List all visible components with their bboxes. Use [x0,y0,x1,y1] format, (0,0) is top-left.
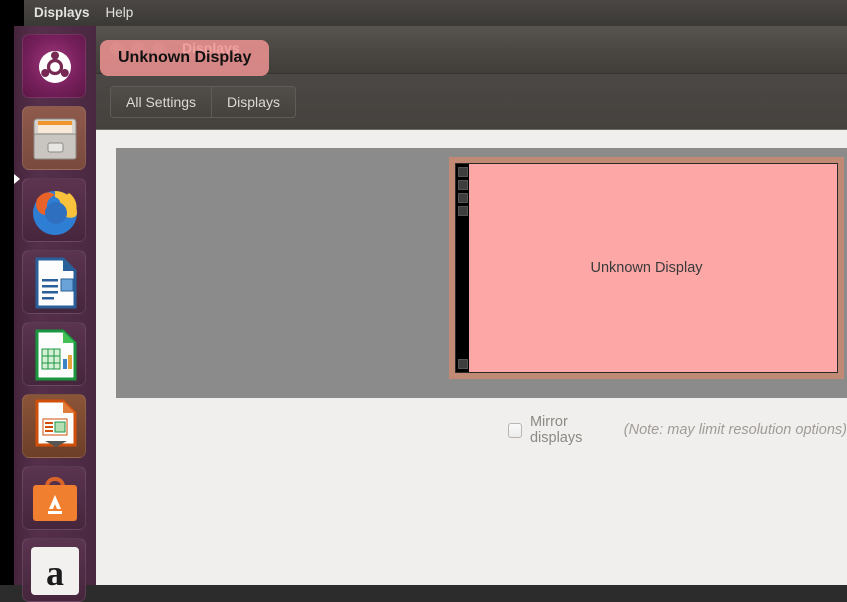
launcher-edge [0,26,14,585]
ubuntu-logo-icon [39,51,71,83]
toolbar-tab-group: All Settings Displays [110,85,296,118]
displays-content: Unknown Display Mirror displays (Note: m… [96,130,847,446]
monitor-screen: Unknown Display [455,163,838,373]
launcher-item-files[interactable] [22,106,86,170]
launcher-item-ubuntu-software[interactable] [22,466,86,530]
mirror-displays-checkbox[interactable] [508,422,522,438]
launcher-item-libreoffice-writer[interactable] [22,250,86,314]
monitor-unknown-display[interactable]: Unknown Display [449,157,844,379]
amazon-icon: a [31,547,79,595]
software-center-icon [33,476,77,521]
global-menu-bar: Displays Help [0,0,847,26]
window-toolbar: All Settings Displays [96,74,847,130]
displays-window: Displays All Settings Displays Unknown D… [96,26,847,585]
libreoffice-writer-icon [35,257,77,309]
mirror-displays-row: Mirror displays (Note: may limit resolut… [116,414,847,446]
mini-launcher-icon [458,193,468,203]
menu-item-displays[interactable]: Displays [24,0,98,26]
mini-launcher-icon [458,180,468,190]
mini-launcher-icon [458,206,468,216]
firefox-icon [33,191,77,235]
launcher-item-libreoffice-impress[interactable] [22,394,86,458]
unknown-display-tooltip: Unknown Display [100,40,270,76]
mirror-displays-label: Mirror displays [529,414,583,446]
libreoffice-calc-icon [35,329,77,381]
mini-launcher-icon [458,167,468,177]
libreoffice-impress-icon [35,399,77,447]
tab-displays[interactable]: Displays [212,87,295,117]
running-indicator-icon [14,174,20,184]
menu-item-help[interactable]: Help [98,0,142,26]
svg-text:a: a [46,553,64,593]
file-manager-icon [33,118,77,160]
mirror-displays-note: (Note: may limit resolution options) [623,422,847,438]
display-arrangement-canvas[interactable]: Unknown Display [116,148,847,398]
launcher-item-firefox[interactable] [22,178,86,242]
mini-launcher-icon [458,359,468,369]
launcher-item-libreoffice-calc[interactable] [22,322,86,386]
launcher-item-ubuntu-dash[interactable] [22,34,86,98]
tab-all-settings[interactable]: All Settings [111,86,213,117]
menubar-left-pad [0,0,24,26]
unity-launcher: a [0,26,96,602]
launcher-item-amazon[interactable]: a [22,538,86,602]
monitor-label: Unknown Display [590,260,703,276]
